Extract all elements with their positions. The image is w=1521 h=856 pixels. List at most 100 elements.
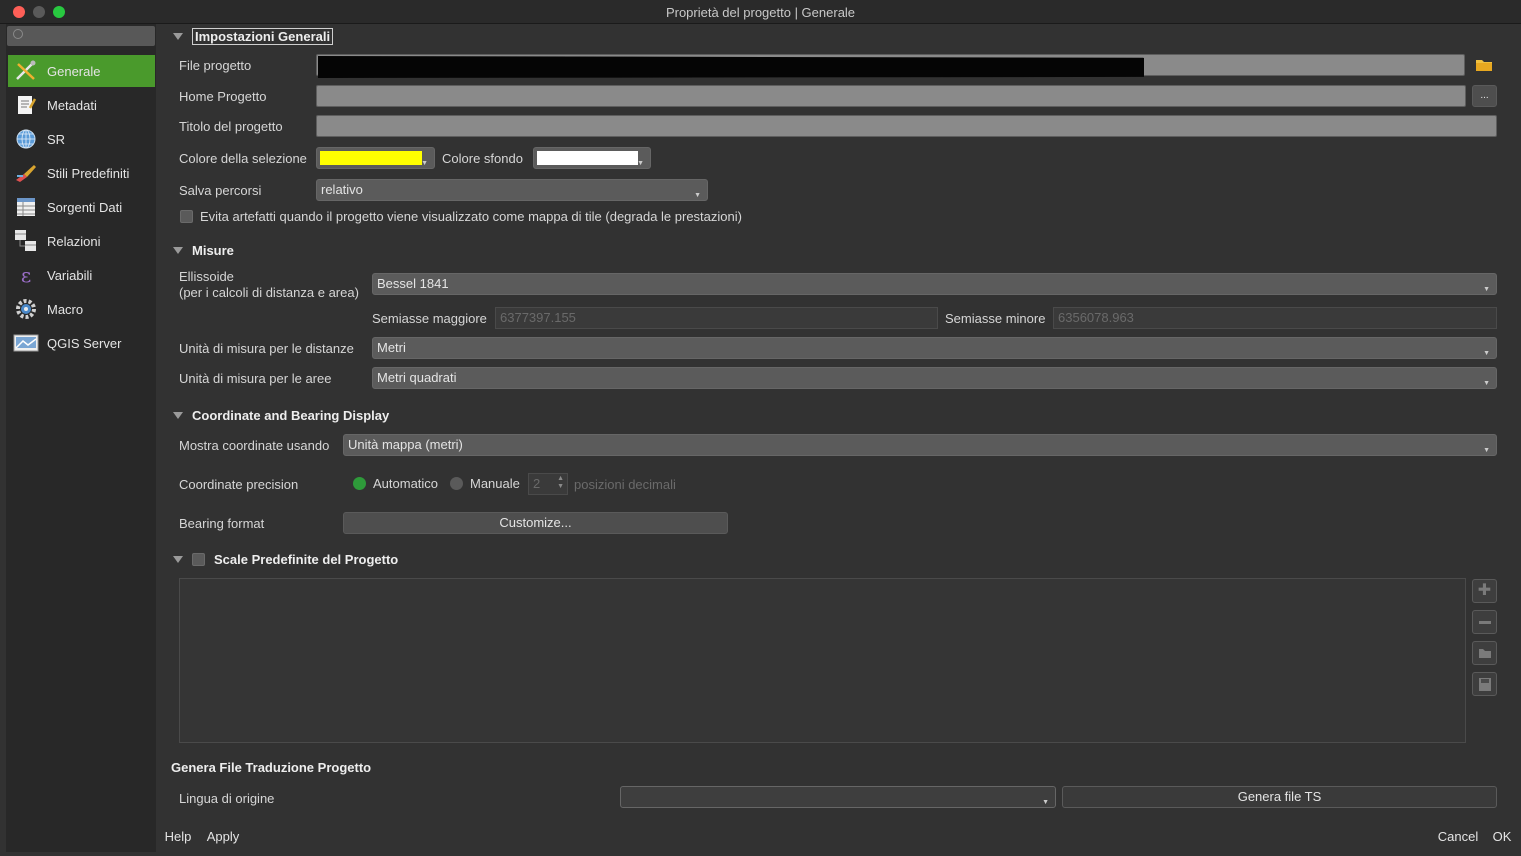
metadata-icon <box>12 93 40 117</box>
save-paths-value: relativo <box>321 182 363 197</box>
variables-epsilon-icon: ε <box>20 263 32 287</box>
globe-icon <box>12 127 40 151</box>
sidebar-item-macro[interactable]: Macro <box>8 293 155 325</box>
minus-icon <box>1479 621 1491 624</box>
import-scales-button[interactable] <box>1472 641 1497 665</box>
save-icon <box>1479 678 1491 691</box>
project-home-label: Home Progetto <box>179 89 267 104</box>
help-button[interactable]: Help <box>159 827 197 849</box>
section-header-scales[interactable]: Scale Predefinite del Progetto <box>173 552 398 567</box>
data-sources-icon <box>12 195 40 219</box>
scales-list[interactable] <box>179 578 1466 743</box>
chevron-down-icon: ▼ <box>421 160 428 167</box>
show-coordinates-value: Unità mappa (metri) <box>348 437 463 452</box>
precision-automatic-radio[interactable] <box>353 477 366 490</box>
project-file-label: File progetto <box>179 58 252 73</box>
precision-manual-label: Manuale <box>470 476 520 491</box>
selection-color-swatch <box>320 151 422 165</box>
project-home-field[interactable] <box>316 85 1466 107</box>
background-color-button[interactable]: ▼ <box>533 147 651 169</box>
sidebar-item-generale[interactable]: Generale <box>8 55 155 87</box>
sidebar-item-stili-predefiniti[interactable]: Stili Predefiniti <box>8 157 155 189</box>
area-units-select[interactable]: Metri quadrati ▼ <box>372 367 1497 389</box>
ok-button[interactable]: OK <box>1488 827 1516 849</box>
save-scales-button[interactable] <box>1472 672 1497 696</box>
background-color-swatch <box>537 151 638 165</box>
avoid-artifacts-label: Evita artefatti quando il progetto viene… <box>200 209 742 224</box>
precision-manual-radio[interactable] <box>450 477 463 490</box>
show-coordinates-select[interactable]: Unità mappa (metri) ▼ <box>343 434 1497 456</box>
sidebar-search-input[interactable] <box>7 26 155 46</box>
decimals-spinbox[interactable]: 2 ▲ ▼ <box>528 473 568 495</box>
sidebar-item-sr[interactable]: SR <box>8 123 155 155</box>
section-header-measures[interactable]: Misure <box>173 243 234 258</box>
macro-gear-icon <box>12 297 40 321</box>
sidebar-item-label: Generale <box>47 63 101 79</box>
semi-major-input[interactable]: 6377397.155 <box>495 307 938 329</box>
save-paths-select[interactable]: relativo ▼ <box>316 179 708 201</box>
area-units-value: Metri quadrati <box>377 370 457 385</box>
source-language-label: Lingua di origine <box>179 791 275 806</box>
folder-icon[interactable] <box>1475 57 1493 72</box>
selection-color-button[interactable]: ▼ <box>316 147 435 169</box>
sidebar-item-label: Sorgenti Dati <box>47 199 123 215</box>
distance-units-value: Metri <box>377 340 406 355</box>
semi-major-label: Semiasse maggiore <box>372 311 487 326</box>
sidebar-item-label: SR <box>47 131 66 147</box>
spin-arrows-icon: ▲ ▼ <box>557 475 564 490</box>
chevron-down-icon: ▼ <box>694 192 701 199</box>
bearing-format-label: Bearing format <box>179 516 265 531</box>
generate-ts-button[interactable]: Genera file TS <box>1062 786 1497 808</box>
sidebar-item-metadati[interactable]: Metadati <box>8 89 155 121</box>
ellipsoid-select[interactable]: Bessel 1841 ▼ <box>372 273 1497 295</box>
collapse-triangle-icon <box>173 33 183 40</box>
distance-units-label: Unità di misura per le distanze <box>179 341 354 356</box>
relations-icon <box>12 229 40 253</box>
scales-enable-checkbox[interactable] <box>192 553 205 566</box>
section-title: Misure <box>192 243 234 258</box>
sidebar-item-variabili[interactable]: ε Variabili <box>8 259 155 291</box>
sidebar-item-qgis-server[interactable]: QGIS Server <box>8 327 155 359</box>
section-header-coordinates[interactable]: Coordinate and Bearing Display <box>173 408 389 423</box>
project-title-input[interactable] <box>316 115 1497 137</box>
decimals-value: 2 <box>533 476 541 491</box>
save-paths-label: Salva percorsi <box>179 183 262 198</box>
source-language-select[interactable]: ▼ <box>620 786 1056 808</box>
redacted-file-path <box>318 56 1144 78</box>
sidebar-item-sorgenti-dati[interactable]: Sorgenti Dati <box>8 191 155 223</box>
avoid-artifacts-checkbox[interactable] <box>180 210 193 223</box>
window-title: Proprietà del progetto | Generale <box>665 5 856 20</box>
ellipsoid-value: Bessel 1841 <box>377 276 449 291</box>
folder-open-icon <box>1479 649 1491 658</box>
chevron-down-icon: ▼ <box>1042 799 1049 806</box>
chevron-down-icon: ▼ <box>1483 350 1490 357</box>
chevron-down-icon: ▼ <box>1483 286 1490 293</box>
background-color-label: Colore sfondo <box>442 151 523 166</box>
add-scale-button[interactable]: ✚ <box>1472 579 1497 603</box>
decimals-suffix-label: posizioni decimali <box>574 477 676 492</box>
apply-button[interactable]: Apply <box>201 827 245 849</box>
section-header-general[interactable]: Impostazioni Generali <box>173 28 334 45</box>
sidebar-item-label: Macro <box>47 301 84 317</box>
project-properties-window: Proprietà del progetto | Generale Genera… <box>0 0 1521 856</box>
sidebar-item-label: Stili Predefiniti <box>47 165 130 181</box>
section-title: Genera File Traduzione Progetto <box>171 760 372 775</box>
remove-scale-button[interactable] <box>1472 610 1497 634</box>
sidebar-item-relazioni[interactable]: Relazioni <box>8 225 155 257</box>
distance-units-select[interactable]: Metri ▼ <box>372 337 1497 359</box>
sidebar-item-label: Metadati <box>47 97 97 113</box>
section-title: Scale Predefinite del Progetto <box>214 552 399 567</box>
precision-automatic-label: Automatico <box>373 476 439 491</box>
project-title-label: Titolo del progetto <box>179 119 283 134</box>
semi-minor-input[interactable]: 6356078.963 <box>1053 307 1497 329</box>
customize-bearing-button[interactable]: Customize... <box>343 512 728 534</box>
plus-icon: ✚ <box>1477 582 1492 599</box>
chevron-down-icon: ▼ <box>637 160 644 167</box>
search-icon <box>13 29 23 39</box>
area-units-label: Unità di misura per le aree <box>179 371 332 386</box>
qgis-server-icon <box>12 331 40 355</box>
cancel-button[interactable]: Cancel <box>1433 827 1483 849</box>
sidebar-item-label: Variabili <box>47 267 93 283</box>
project-home-browse-button[interactable]: ... <box>1472 85 1497 107</box>
collapse-triangle-icon <box>173 556 183 563</box>
